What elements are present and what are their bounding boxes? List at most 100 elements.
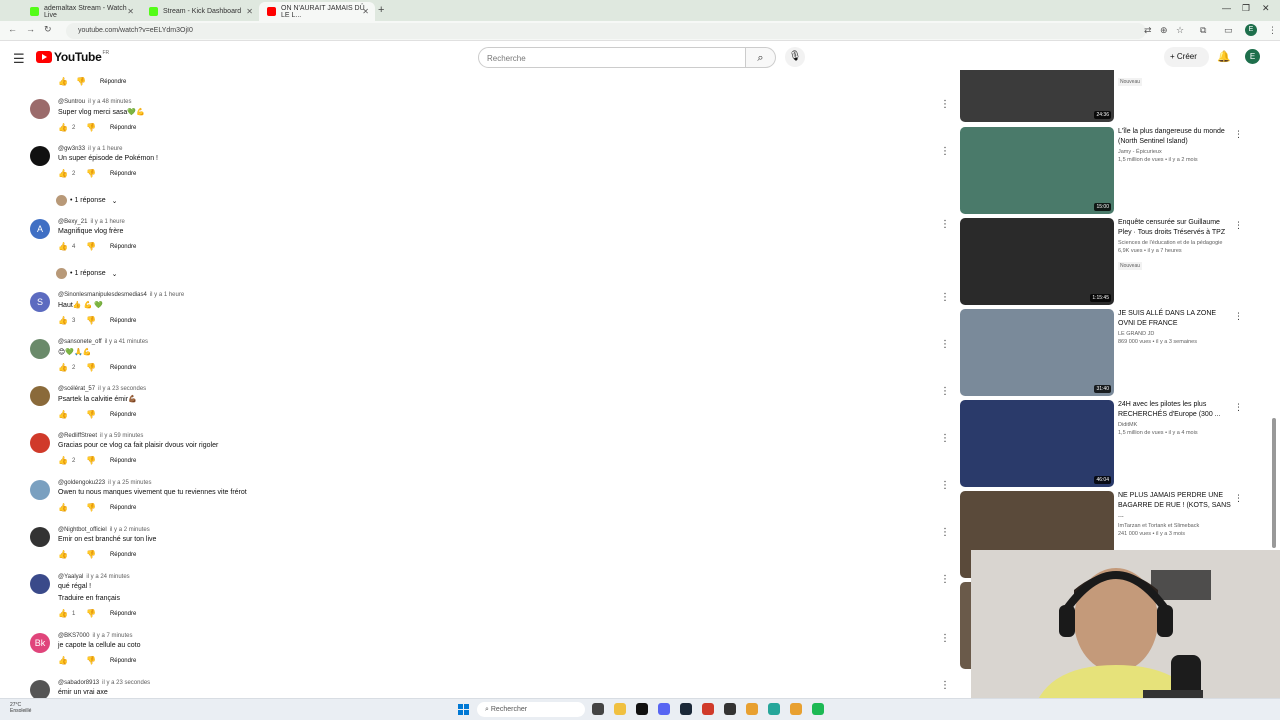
- chrome-icon[interactable]: [790, 703, 802, 715]
- video-title[interactable]: NE PLUS JAMAIS PERDRE UNE BAGARRE DE RUE…: [1118, 491, 1233, 521]
- more-options-icon[interactable]: ⋮: [940, 292, 950, 303]
- dislike-icon[interactable]: 👎: [86, 363, 96, 372]
- more-options-icon[interactable]: ⋮: [1234, 129, 1243, 140]
- reply-button[interactable]: Répondre: [110, 125, 136, 131]
- account-avatar[interactable]: E: [1245, 49, 1260, 64]
- new-tab-icon[interactable]: +: [378, 4, 384, 16]
- video-thumbnail[interactable]: 15:00: [960, 127, 1114, 214]
- more-options-icon[interactable]: ⋮: [940, 574, 950, 585]
- app-icon[interactable]: [702, 703, 714, 715]
- like-icon[interactable]: 👍: [58, 77, 68, 86]
- dislike-icon[interactable]: 👎: [86, 609, 96, 618]
- more-options-icon[interactable]: ⋮: [940, 480, 950, 491]
- forward-icon[interactable]: →: [26, 24, 35, 34]
- spotify-icon[interactable]: [812, 703, 824, 715]
- browser-profile-avatar[interactable]: E: [1245, 24, 1257, 36]
- app-icon[interactable]: [636, 703, 648, 715]
- dislike-icon[interactable]: 👎: [86, 123, 96, 132]
- comment-time[interactable]: il y a 23 secondes: [98, 386, 146, 392]
- dislike-icon[interactable]: 👎: [86, 456, 96, 465]
- reply-button[interactable]: Répondre: [110, 365, 136, 371]
- bookmark-star-icon[interactable]: ☆: [1176, 25, 1184, 36]
- minimize-icon[interactable]: —: [1222, 3, 1231, 13]
- comment-author[interactable]: @Nightbot_officiel: [58, 527, 107, 533]
- dislike-icon[interactable]: 👎: [86, 316, 96, 325]
- video-thumbnail[interactable]: 24:36: [960, 70, 1114, 122]
- more-options-icon[interactable]: ⋮: [940, 339, 950, 350]
- address-bar[interactable]: youtube.com/watch?v=eELYdm3OjI0: [66, 23, 1146, 39]
- chrome-icon[interactable]: [746, 703, 758, 715]
- comment-author[interactable]: @scélérat_57: [58, 386, 95, 392]
- avatar[interactable]: [30, 386, 50, 406]
- like-icon[interactable]: 👍: [58, 656, 68, 665]
- reply-button[interactable]: Répondre: [110, 244, 136, 250]
- dislike-icon[interactable]: 👎: [76, 77, 86, 86]
- more-options-icon[interactable]: ⋮: [940, 219, 950, 230]
- dislike-icon[interactable]: 👎: [86, 656, 96, 665]
- task-view-icon[interactable]: [592, 703, 604, 715]
- reply-button[interactable]: Répondre: [110, 611, 136, 617]
- comment-author[interactable]: @sansonete_off: [58, 339, 102, 345]
- comment-time[interactable]: il y a 23 secondes: [102, 680, 150, 686]
- video-channel[interactable]: ImTarzan et Tortank et Slimeback: [1118, 523, 1233, 529]
- like-icon[interactable]: 👍: [58, 169, 68, 178]
- comment-author[interactable]: @Yaalyal: [58, 574, 83, 580]
- browser-tab-2[interactable]: Stream - Kick Dashboard ✕: [141, 2, 259, 21]
- more-options-icon[interactable]: ⋮: [1234, 311, 1243, 322]
- comment-time[interactable]: il y a 1 heure: [88, 146, 122, 152]
- reply-button[interactable]: Répondre: [110, 412, 136, 418]
- dislike-icon[interactable]: 👎: [86, 242, 96, 251]
- comment-author[interactable]: @sabador8913: [58, 680, 99, 686]
- maximize-icon[interactable]: ❐: [1242, 3, 1250, 14]
- dislike-icon[interactable]: 👎: [86, 410, 96, 419]
- avatar[interactable]: S: [30, 292, 50, 312]
- hamburger-menu-icon[interactable]: ☰: [13, 51, 25, 67]
- avatar[interactable]: Bk: [30, 633, 50, 653]
- translate-icon[interactable]: ⇄: [1144, 25, 1152, 36]
- taskbar-search-input[interactable]: ⌕ Rechercher: [477, 702, 585, 717]
- reload-icon[interactable]: ↻: [44, 24, 52, 35]
- sidepanel-icon[interactable]: ▭: [1224, 25, 1233, 36]
- close-tab-icon[interactable]: ✕: [127, 7, 134, 16]
- dislike-icon[interactable]: 👎: [86, 503, 96, 512]
- page-scrollbar[interactable]: [1272, 418, 1276, 548]
- app-icon[interactable]: [768, 703, 780, 715]
- comment-time[interactable]: il y a 59 minutes: [100, 433, 143, 439]
- comment-author[interactable]: @Bexy_21: [58, 219, 87, 225]
- like-icon[interactable]: 👍: [58, 410, 68, 419]
- translate-link[interactable]: Traduire en français: [58, 595, 136, 602]
- view-replies-button[interactable]: • 1 réponse ⌄: [56, 268, 117, 279]
- steam-icon[interactable]: [680, 703, 692, 715]
- avatar[interactable]: [30, 146, 50, 166]
- reply-button[interactable]: Répondre: [110, 505, 136, 511]
- video-thumbnail[interactable]: 46:04: [960, 400, 1114, 487]
- zoom-icon[interactable]: ⊕: [1160, 25, 1168, 36]
- comment-author[interactable]: @BKS7000: [58, 633, 89, 639]
- like-icon[interactable]: 👍: [58, 456, 68, 465]
- comment-time[interactable]: il y a 24 minutes: [86, 574, 129, 580]
- comment-time[interactable]: il y a 41 minutes: [105, 339, 148, 345]
- video-channel[interactable]: DiditMK: [1118, 422, 1233, 428]
- like-icon[interactable]: 👍: [58, 123, 68, 132]
- close-tab-icon[interactable]: ✕: [362, 7, 369, 16]
- video-thumbnail[interactable]: 31:40: [960, 309, 1114, 396]
- browser-tab-1[interactable]: ademaltax Stream - Watch Live ✕: [22, 2, 140, 21]
- view-replies-button[interactable]: • 1 réponse ⌄: [56, 195, 117, 206]
- comment-author[interactable]: @Suntrou: [58, 99, 85, 105]
- more-options-icon[interactable]: ⋮: [1234, 493, 1243, 504]
- youtube-logo[interactable]: YouTube FR: [36, 50, 109, 64]
- start-menu-icon[interactable]: [458, 704, 469, 715]
- avatar[interactable]: [30, 574, 50, 594]
- more-options-icon[interactable]: ⋮: [940, 680, 950, 691]
- dislike-icon[interactable]: 👎: [86, 550, 96, 559]
- reply-button[interactable]: Répondre: [110, 458, 136, 464]
- close-window-icon[interactable]: ✕: [1262, 3, 1270, 14]
- avatar[interactable]: [30, 680, 50, 698]
- browser-tab-3-active[interactable]: ON N'AURAIT JAMAIS DÛ LE L... ✕: [259, 2, 375, 21]
- avatar[interactable]: [30, 99, 50, 119]
- comment-time[interactable]: il y a 1 heure: [90, 219, 124, 225]
- like-icon[interactable]: 👍: [58, 550, 68, 559]
- reply-button[interactable]: Répondre: [110, 318, 136, 324]
- like-icon[interactable]: 👍: [58, 363, 68, 372]
- like-icon[interactable]: 👍: [58, 609, 68, 618]
